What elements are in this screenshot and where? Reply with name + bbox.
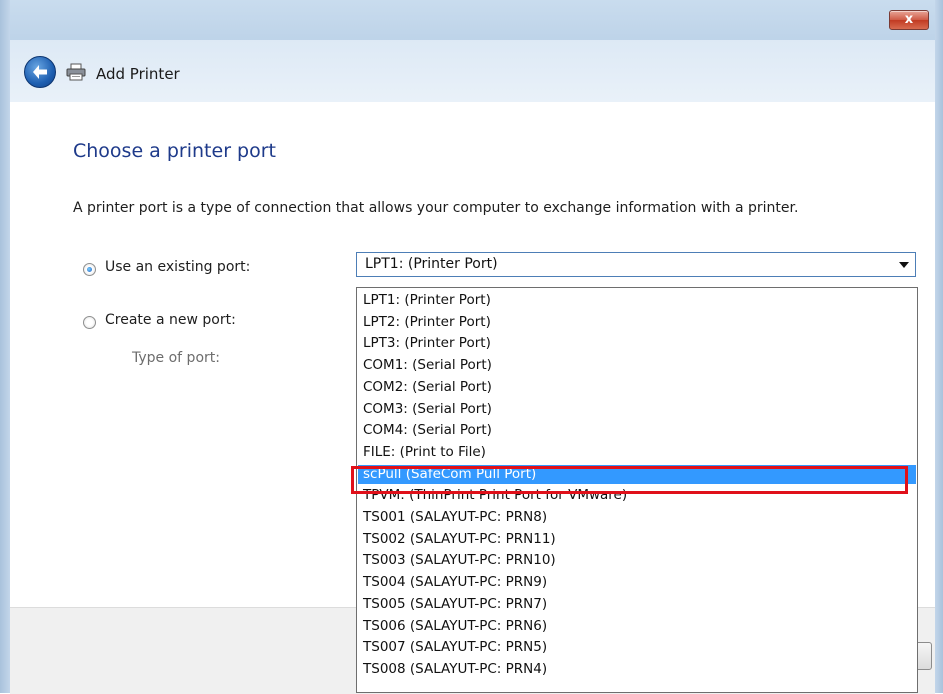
port-option[interactable]: COM4: (Serial Port): [358, 421, 916, 440]
chevron-down-icon[interactable]: [899, 262, 909, 268]
port-select[interactable]: LPT1: (Printer Port): [356, 252, 916, 277]
close-icon: x: [904, 12, 914, 27]
port-option[interactable]: COM2: (Serial Port): [358, 378, 916, 397]
port-option[interactable]: COM1: (Serial Port): [358, 356, 916, 375]
port-option[interactable]: LPT2: (Printer Port): [358, 313, 916, 332]
title-bar: x: [10, 0, 935, 40]
port-select-value: LPT1: (Printer Port): [365, 256, 498, 272]
page-heading: Choose a printer port: [73, 140, 276, 162]
port-option[interactable]: LPT1: (Printer Port): [358, 291, 916, 310]
port-option[interactable]: scPull (SafeCom Pull Port): [358, 464, 916, 484]
port-option[interactable]: TS001 (SALAYUT-PC: PRN8): [358, 508, 916, 527]
port-option[interactable]: TS007 (SALAYUT-PC: PRN5): [358, 638, 916, 657]
port-option[interactable]: TS002 (SALAYUT-PC: PRN11): [358, 530, 916, 549]
back-arrow-icon: [33, 65, 47, 79]
type-of-port-label: Type of port:: [132, 350, 220, 366]
port-option[interactable]: TS004 (SALAYUT-PC: PRN9): [358, 573, 916, 592]
port-option[interactable]: TS005 (SALAYUT-PC: PRN7): [358, 595, 916, 614]
port-option[interactable]: TS006 (SALAYUT-PC: PRN6): [358, 617, 916, 636]
port-dropdown-list[interactable]: LPT1: (Printer Port) LPT2: (Printer Port)…: [356, 287, 918, 693]
port-option[interactable]: TS008 (SALAYUT-PC: PRN4): [358, 660, 916, 679]
port-option[interactable]: FILE: (Print to File): [358, 443, 916, 462]
wizard-title: Add Printer: [96, 65, 180, 83]
back-button[interactable]: [24, 56, 56, 88]
window-left-edge: [0, 0, 10, 693]
printer-icon: [66, 63, 86, 81]
page-description: A printer port is a type of connection t…: [73, 200, 799, 216]
new-port-label[interactable]: Create a new port:: [105, 312, 236, 328]
window-right-edge: [935, 0, 943, 693]
existing-port-label[interactable]: Use an existing port:: [105, 259, 250, 275]
port-option[interactable]: TPVM: (ThinPrint Print Port for VMware): [358, 486, 916, 505]
port-option[interactable]: TS003 (SALAYUT-PC: PRN10): [358, 551, 916, 570]
port-option[interactable]: COM3: (Serial Port): [358, 400, 916, 419]
port-option[interactable]: LPT3: (Printer Port): [358, 334, 916, 353]
close-button[interactable]: x: [889, 10, 929, 30]
existing-port-radio[interactable]: [83, 263, 96, 276]
new-port-radio[interactable]: [83, 316, 96, 329]
wizard-nav-bar: Add Printer: [10, 40, 935, 102]
